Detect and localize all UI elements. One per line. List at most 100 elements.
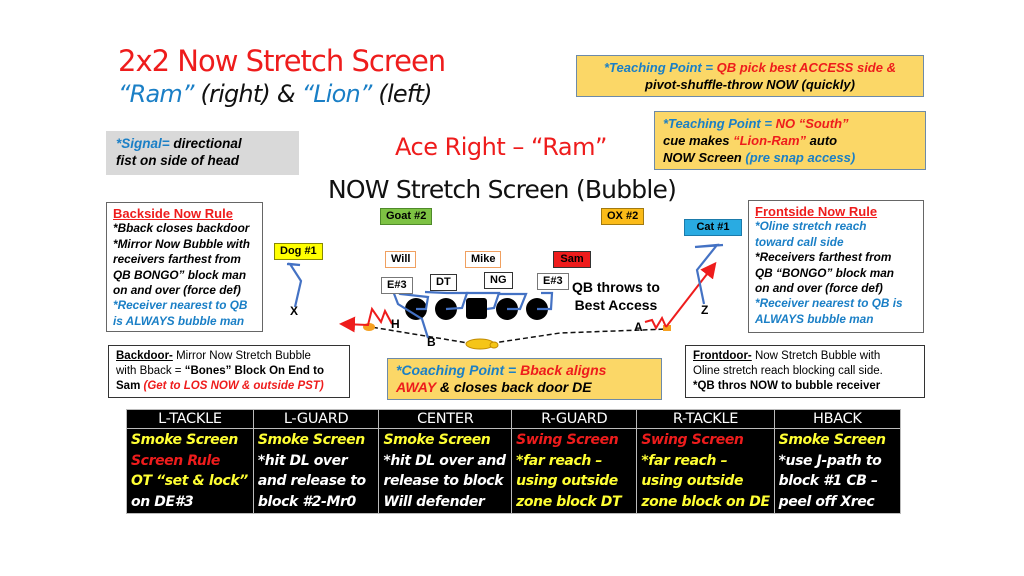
assignment-line: Will defender: [383, 493, 485, 510]
backside-line: *Mirror Now Bubble with: [113, 236, 250, 251]
assignment-line: *far reach –: [516, 452, 602, 469]
player-x: X: [290, 304, 299, 318]
teaching-point-2-black1: cue makes: [663, 133, 734, 148]
assignment-line: OT “set & lock”: [131, 473, 248, 489]
frontdoor-label: Frontdoor-: [693, 350, 752, 362]
page-subtitle: “Ram” (right) & “Lion” (left): [118, 80, 432, 108]
assignment-line: Smoke Screen: [131, 432, 238, 448]
rt-block: [537, 291, 554, 311]
subtitle-lion: “Lion”: [301, 80, 373, 108]
teaching-point-1-black: pivot-shuffle-throw NOW (quickly): [645, 77, 855, 92]
frontside-line: *Receiver nearest to QB is: [755, 296, 903, 311]
frontside-line: QB “BONGO” block man: [755, 265, 894, 280]
assignment-cell: Smoke Screen Screen Rule OT “set & lock” on…: [126, 428, 254, 514]
assignment-line: using outside: [641, 473, 744, 489]
defender-ox: OX #2: [601, 208, 645, 225]
ol-rg: [496, 298, 518, 320]
signal-box: *Signal= directional fist on side of hea…: [106, 131, 299, 175]
backside-line: is ALWAYS bubble man: [113, 313, 245, 328]
backdoor-text1: Mirror Now Stretch Bubble: [172, 350, 311, 362]
assignment-line: zone block DT: [516, 493, 622, 510]
frontside-line: toward call side: [755, 234, 844, 249]
ol-center: [466, 298, 487, 319]
teaching-point-1-label: *Teaching Point =: [604, 60, 717, 75]
assignment-cell: Smoke Screen *hit DL over and release to b…: [378, 428, 513, 514]
defender-e3-left: E#3: [381, 277, 413, 294]
defender-goat: Goat #2: [380, 208, 433, 225]
backside-rule-box: Backside Now Rule *Bback closes backdoor…: [106, 202, 263, 332]
assignment-line: *far reach –: [641, 452, 728, 469]
assignment-line: Smoke Screen: [383, 432, 491, 448]
frontside-rule-header: Frontside Now Rule: [755, 204, 878, 219]
frontside-line: *Receivers farthest from: [755, 250, 892, 265]
coaching-point-red1: Bback aligns: [520, 362, 607, 378]
subtitle-right: (right) &: [193, 80, 302, 108]
col-header: L-GUARD: [252, 409, 380, 429]
lg-block: [424, 290, 469, 311]
throw-label-line1: QB throws to: [572, 279, 660, 295]
assignment-line: *hit DL over and: [383, 452, 506, 469]
a-motion: [644, 315, 667, 331]
frontside-line: *Oline stretch reach: [755, 219, 867, 234]
defender-will: Will: [385, 251, 417, 268]
subtitle-ram: “Ram”: [118, 80, 194, 108]
assignment-line: Swing Screen: [641, 432, 744, 448]
defender-dog: Dog #1: [274, 243, 323, 260]
assignment-cell: Swing Screen *far reach – using outside zon…: [511, 428, 638, 514]
backdoor-text2: with Bback =: [116, 365, 185, 377]
assignment-line: zone block on DE: [641, 493, 770, 510]
defender-mike: Mike: [465, 251, 502, 268]
player-b: B: [427, 335, 436, 349]
table-header-row: L-TACKLE L-GUARD CENTER R-GUARD R-TACKLE…: [126, 409, 902, 429]
frontside-line: ALWAYS bubble man: [755, 311, 874, 326]
backdoor-label: Backdoor-: [116, 350, 173, 362]
throw-label: QB throws to Best Access: [572, 278, 660, 314]
teaching-point-1-red: QB pick best ACCESS side &: [716, 60, 896, 75]
coaching-point-label: *Coaching Point =: [396, 362, 521, 378]
player-h: H: [391, 317, 400, 331]
page-title: 2x2 Now Stretch Screen: [118, 44, 446, 78]
backside-line: on and over (force def): [113, 283, 241, 298]
assignment-line: block #2-Mr0: [257, 493, 356, 510]
coaching-point-red2: AWAY: [396, 379, 436, 395]
assignment-line: on DE#3: [131, 493, 194, 510]
qb-throw: [665, 261, 717, 328]
coaching-point-black: & closes back door DE: [435, 379, 592, 395]
assignment-line: Screen Rule: [131, 452, 220, 469]
assignment-line: *use J-path to: [778, 452, 882, 469]
frontside-line: on and over (force def): [755, 281, 883, 296]
teaching-point-2-black3: NOW Screen: [663, 150, 746, 165]
assignment-line: peel off Xrec: [778, 493, 875, 510]
assignment-line: *hit DL over: [257, 452, 348, 469]
col-header: R-GUARD: [511, 409, 638, 429]
frontside-rule-box: Frontside Now Rule *Oline stretch reach …: [748, 200, 924, 333]
col-header: L-TACKLE: [126, 409, 254, 429]
frontdoor-text2: Oline stretch reach blocking call side.: [693, 365, 883, 377]
teaching-point-2: *Teaching Point = NO “South” cue makes “…: [654, 111, 926, 170]
backdoor-box: Backdoor- Mirror Now Stretch Bubble with…: [108, 345, 350, 398]
backside-rule-header: Backside Now Rule: [113, 206, 233, 221]
frontdoor-text1: Now Stretch Bubble with: [751, 350, 881, 362]
ol-lt: [405, 298, 427, 320]
assignment-line: Smoke Screen: [257, 432, 365, 448]
assignment-line: release to block: [383, 473, 504, 489]
backdoor-text3: Sam: [116, 380, 144, 392]
col-header: CENTER: [378, 409, 513, 429]
player-z: Z: [701, 303, 709, 317]
assignment-cell: Smoke Screen *hit DL over and release to bl…: [252, 428, 380, 514]
backside-line: *Bback closes backdoor: [113, 221, 250, 236]
teaching-point-2-red2: “Lion-Ram”: [733, 133, 807, 148]
frontdoor-bold: *QB thros NOW to bubble receiver: [693, 380, 881, 392]
backdoor-red: (Get to LOS NOW & outside PST): [143, 380, 324, 392]
x-route: [286, 262, 303, 308]
signal-label: *Signal=: [116, 136, 174, 151]
a-marker: [663, 325, 671, 331]
assignment-line: using outside: [516, 473, 618, 489]
assignment-line: block #1 CB –: [778, 473, 878, 489]
rg-block: [498, 292, 528, 311]
assignment-cell: Swing Screen *far reach – using outside zon…: [636, 428, 775, 514]
table-row: Smoke Screen Screen Rule OT “set & lock” on…: [126, 428, 902, 514]
formation-title: Ace Right – “Ram”: [395, 133, 607, 161]
c-block: [466, 291, 501, 311]
qb-marker: [465, 338, 495, 350]
